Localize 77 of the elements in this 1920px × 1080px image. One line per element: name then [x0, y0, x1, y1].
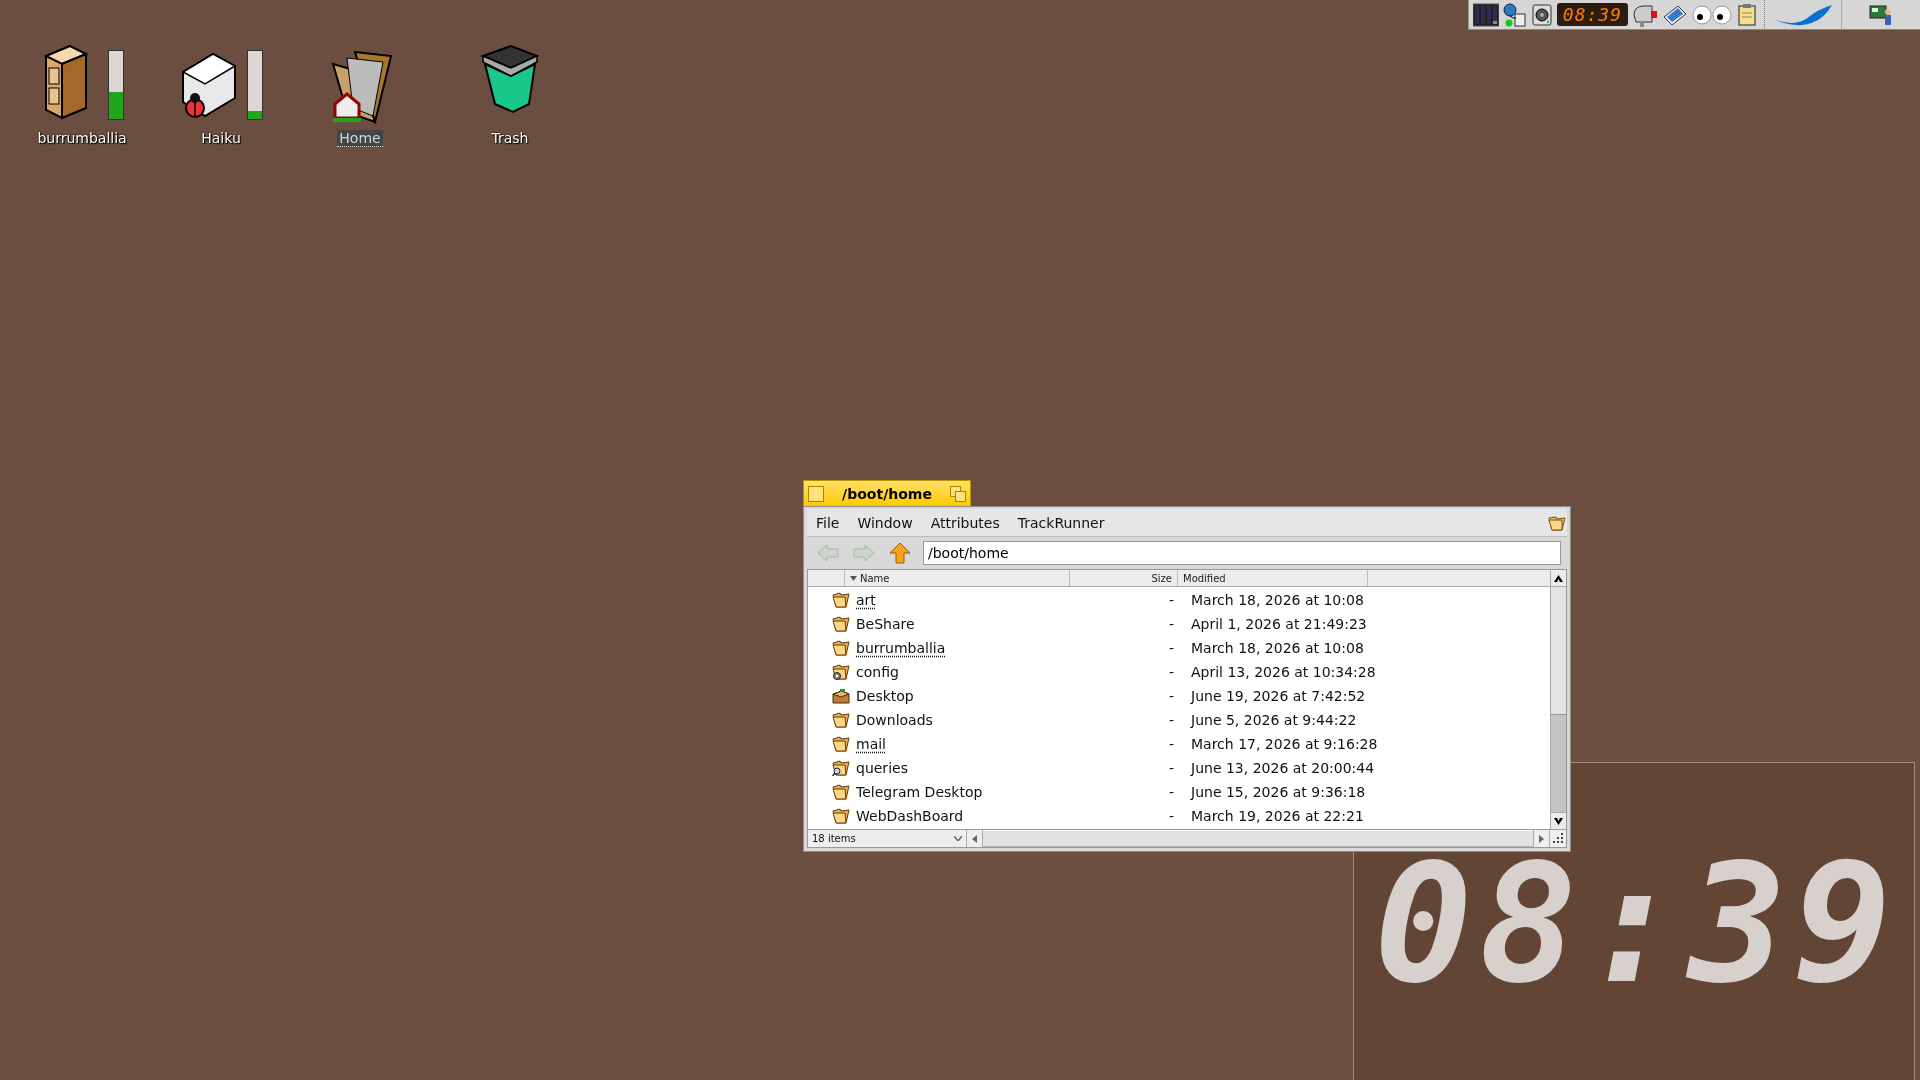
sort-arrow-icon[interactable]: [850, 575, 857, 581]
file-date: March 19, 2026 at 22:21: [1190, 808, 1364, 824]
icon-label[interactable]: Haiku: [199, 130, 243, 146]
clock-text[interactable]: 08:39: [1556, 3, 1628, 26]
scroll-right-icon[interactable]: [1539, 834, 1544, 843]
file-name[interactable]: WebDashBoard: [856, 808, 1082, 824]
file-size: -: [1167, 664, 1175, 680]
folder-icon: [832, 808, 850, 824]
file-date: April 1, 2026 at 21:49:23: [1190, 616, 1367, 632]
item-count: 18 items: [812, 833, 856, 844]
column-title[interactable]: Size: [1151, 572, 1172, 584]
file-name[interactable]: Telegram Desktop: [856, 784, 1082, 800]
mailbox-icon[interactable]: [1632, 2, 1658, 27]
scroll-up-icon[interactable]: [1554, 574, 1563, 582]
file-date: March 17, 2026 at 9:16:28: [1190, 736, 1378, 752]
eyes-icon[interactable]: [1692, 2, 1732, 27]
folder-icon: [832, 736, 850, 752]
menu-item[interactable]: Attributes: [921, 514, 1009, 531]
icon-label[interactable]: Home: [337, 130, 383, 147]
folder-icon[interactable]: [1547, 513, 1567, 532]
file-date: June 5, 2026 at 9:44:22: [1189, 712, 1357, 728]
presentation-icon[interactable]: [1869, 3, 1893, 26]
path-field[interactable]: /boot/home: [923, 541, 1561, 565]
window-tab[interactable]: /boot/home: [803, 480, 971, 506]
folder-icon: [832, 712, 850, 728]
column-title[interactable]: Name: [860, 572, 890, 584]
scroll-down-icon[interactable]: [1554, 817, 1563, 825]
settings-folder-icon: [832, 664, 850, 680]
file-size: -: [1167, 760, 1175, 776]
window-title: /boot/home: [841, 485, 933, 502]
search-folder-icon: [832, 760, 850, 776]
speaker-icon[interactable]: [1530, 2, 1553, 27]
file-size: -: [1167, 592, 1175, 608]
column-title[interactable]: Modified: [1183, 572, 1226, 584]
menu-item[interactable]: TrackRunner: [1008, 514, 1114, 531]
horizontal-scrollbar[interactable]: [983, 830, 1533, 847]
icon-label[interactable]: Trash: [489, 130, 531, 146]
file-name[interactable]: config: [856, 664, 1082, 680]
file-size: -: [1167, 616, 1175, 632]
file-name[interactable]: mail: [856, 736, 1082, 752]
file-name[interactable]: Desktop: [856, 688, 1082, 704]
folder-icon: [832, 616, 850, 632]
file-name[interactable]: queries: [856, 760, 1082, 776]
file-date: March 18, 2026 at 10:08: [1190, 592, 1364, 608]
menu-item[interactable]: File: [807, 514, 849, 531]
chevron-icon[interactable]: [954, 836, 962, 841]
close-button[interactable]: [808, 485, 824, 502]
menu-item[interactable]: Window: [848, 514, 922, 531]
file-date: April 13, 2026 at 10:34:28: [1190, 664, 1376, 680]
file-size: -: [1167, 712, 1175, 728]
file-name[interactable]: Downloads: [856, 712, 1082, 728]
file-name[interactable]: art: [856, 592, 1082, 608]
file-date: June 13, 2026 at 20:00:44: [1189, 760, 1375, 776]
vertical-scrollbar[interactable]: [1550, 570, 1566, 829]
file-name[interactable]: burrumballia: [856, 640, 1082, 656]
file-size: -: [1167, 688, 1175, 704]
file-size: -: [1167, 736, 1175, 752]
file-date: March 18, 2026 at 10:08: [1190, 640, 1364, 656]
clock-time: 08:39: [1374, 843, 1898, 1007]
file-name[interactable]: BeShare: [856, 616, 1082, 632]
folder-icon: [832, 784, 850, 800]
file-date: June 19, 2026 at 7:42:52: [1189, 688, 1366, 704]
icon-label[interactable]: burrumballia: [35, 130, 129, 146]
folder-icon: [832, 592, 850, 608]
file-date: June 15, 2026 at 9:36:18: [1189, 784, 1366, 800]
file-size: -: [1167, 640, 1175, 656]
clipboard-icon[interactable]: [1736, 2, 1758, 27]
file-size: -: [1167, 784, 1175, 800]
zoom-button[interactable]: [950, 485, 966, 502]
up-button[interactable]: [887, 541, 913, 565]
folder-icon: [832, 640, 850, 656]
resize-grip-icon[interactable]: [1550, 831, 1564, 845]
scroll-left-icon[interactable]: [972, 834, 977, 843]
desk-icon: [832, 688, 850, 704]
network-icon[interactable]: [1502, 2, 1527, 27]
cpu-meter-icon[interactable]: [1472, 2, 1499, 27]
file-size: -: [1167, 808, 1175, 824]
